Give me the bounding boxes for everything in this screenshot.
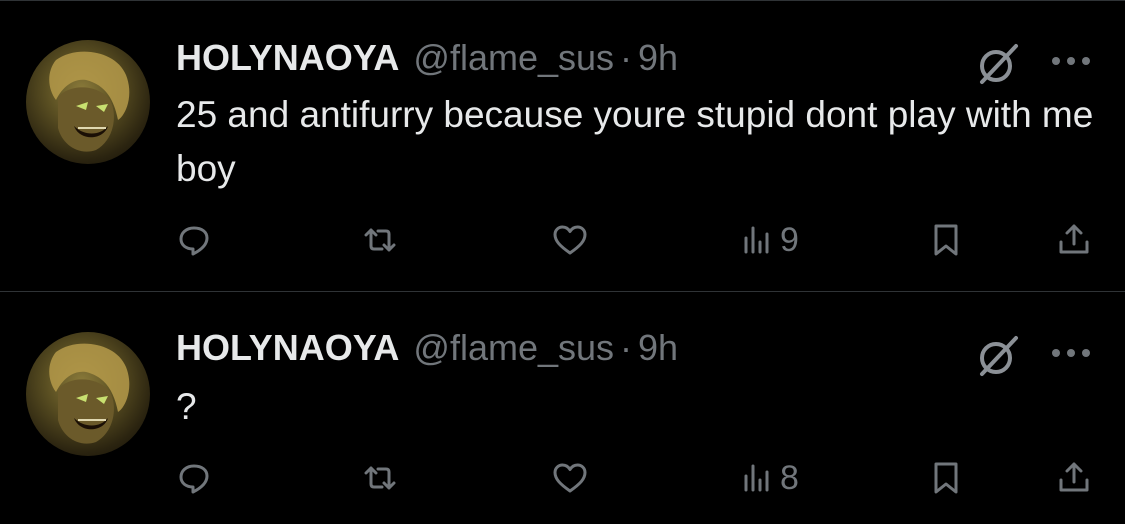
- timestamp[interactable]: 9h: [638, 37, 678, 79]
- reply-icon: [179, 226, 209, 256]
- bookmark-icon: [934, 224, 958, 256]
- views-count: 8: [780, 458, 799, 497]
- like-icon: [553, 225, 587, 255]
- tweet-text: 25 and antifurry because youre stupid do…: [176, 94, 1094, 189]
- views-button[interactable]: 9: [740, 216, 799, 264]
- like-button[interactable]: [552, 216, 588, 264]
- tweet-text: ?: [176, 386, 197, 427]
- timestamp[interactable]: 9h: [638, 327, 678, 369]
- retweet-icon: [364, 466, 396, 490]
- share-button[interactable]: [1056, 216, 1092, 264]
- more-icon[interactable]: [1046, 338, 1096, 368]
- avatar[interactable]: [26, 332, 150, 456]
- retweet-icon: [364, 228, 396, 252]
- views-icon: [744, 464, 769, 492]
- share-icon: [1059, 224, 1089, 254]
- views-button[interactable]: 8: [740, 454, 799, 502]
- separator: ·: [620, 37, 633, 78]
- share-icon: [1059, 462, 1089, 492]
- tweet[interactable]: HOLYNAOYA @flame_sus · 9h ? 8: [0, 292, 1125, 524]
- views-icon: [744, 226, 769, 254]
- tweet-header: HOLYNAOYA @flame_sus · 9h: [176, 36, 678, 80]
- display-name[interactable]: HOLYNAOYA: [176, 37, 399, 79]
- more-icon[interactable]: [1046, 46, 1096, 76]
- action-bar: 9: [0, 216, 1125, 264]
- retweet-button[interactable]: [362, 454, 398, 502]
- reply-button[interactable]: [176, 216, 212, 264]
- share-button[interactable]: [1056, 454, 1092, 502]
- bookmark-icon: [934, 462, 958, 494]
- views-count: 9: [780, 220, 799, 259]
- separator: ·: [620, 327, 633, 368]
- tweet[interactable]: HOLYNAOYA @flame_sus · 9h 25 and antifur…: [0, 0, 1125, 292]
- timeline: HOLYNAOYA @flame_sus · 9h 25 and antifur…: [0, 0, 1125, 524]
- bookmark-button[interactable]: [928, 454, 964, 502]
- reply-button[interactable]: [176, 454, 212, 502]
- bookmark-button[interactable]: [928, 216, 964, 264]
- like-icon: [553, 463, 587, 493]
- grok-icon[interactable]: [974, 332, 1022, 380]
- retweet-button[interactable]: [362, 216, 398, 264]
- tweet-header: HOLYNAOYA @flame_sus · 9h: [176, 326, 678, 370]
- avatar[interactable]: [26, 40, 150, 164]
- like-button[interactable]: [552, 454, 588, 502]
- display-name[interactable]: HOLYNAOYA: [176, 327, 399, 369]
- user-handle[interactable]: @flame_sus: [413, 37, 614, 79]
- reply-icon: [179, 464, 209, 494]
- user-handle[interactable]: @flame_sus: [413, 327, 614, 369]
- grok-icon[interactable]: [974, 40, 1022, 88]
- action-bar: 8: [0, 454, 1125, 502]
